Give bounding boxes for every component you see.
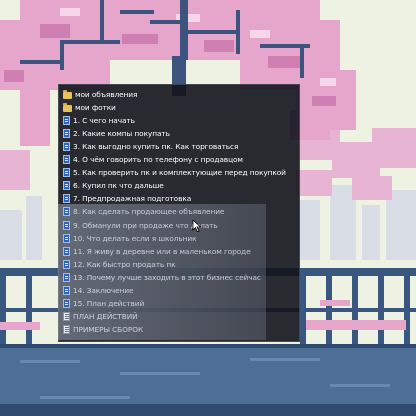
file-item[interactable]: 10. Что делать если я школьник (63, 232, 263, 245)
file-item-label: 3. Как выгодно купить пк. Как торговатьс… (73, 142, 239, 152)
word-doc-icon (63, 259, 70, 269)
word-doc-icon (63, 142, 70, 152)
file-item-label: 6. Купил пк что дальше (73, 181, 164, 191)
word-doc-icon (63, 233, 70, 243)
file-item[interactable]: 12. Как быстро продать пк (63, 258, 263, 271)
word-doc-icon (63, 285, 70, 295)
file-item[interactable]: 5. Как проверить пк и комплектующие пере… (63, 166, 295, 179)
file-item[interactable]: 1. С чего начать (63, 114, 295, 127)
file-item[interactable]: ПЛАН ДЕЙСТВИЙ (63, 310, 263, 323)
file-item-label: мои объявления (75, 90, 138, 99)
word-doc-icon (63, 298, 70, 308)
word-doc-icon (63, 272, 70, 282)
file-item[interactable]: 14. Заключение (63, 284, 263, 297)
file-item-label: 8. Как сделать продающее объявление (73, 207, 225, 217)
folder-item[interactable]: мои объявления (63, 88, 295, 101)
file-item[interactable]: ПРИМЕРЫ СБОРОК (63, 323, 263, 336)
file-item-label: 4. О чём говорить по телефону с продавцо… (73, 155, 243, 165)
file-item-label: ПЛАН ДЕЙСТВИЙ (73, 311, 138, 321)
file-item-label: 15. План действий (73, 298, 145, 308)
file-item-label: 11. Я живу в деревне или в маленьком гор… (73, 246, 251, 256)
word-doc-icon (63, 220, 70, 230)
folder-item[interactable]: мои фотки (63, 101, 295, 114)
folder-icon (63, 89, 72, 99)
word-doc-icon (63, 246, 70, 256)
word-doc-icon (63, 155, 70, 165)
file-item[interactable]: 2. Какие компы покупать (63, 127, 295, 140)
file-item-label: мои фотки (75, 103, 116, 113)
word-doc-icon (63, 168, 70, 178)
mouse-cursor-icon (192, 220, 202, 232)
file-item[interactable]: 9. Обманули при продаже что делать (63, 219, 263, 232)
word-doc-icon (63, 181, 70, 191)
file-item-label: 1. С чего начать (73, 116, 135, 126)
file-item-label: 14. Заключение (73, 285, 134, 295)
file-item-label: ПРИМЕРЫ СБОРОК (73, 324, 144, 334)
word-doc-icon (63, 207, 70, 217)
word-doc-icon (63, 194, 70, 204)
word-doc-icon (63, 129, 70, 139)
folder-icon (63, 102, 72, 112)
file-item-label: 2. Какие компы покупать (73, 129, 170, 139)
file-item[interactable]: 3. Как выгодно купить пк. Как торговатьс… (63, 140, 295, 153)
file-item[interactable]: 4. О чём говорить по телефону с продавцо… (63, 153, 295, 166)
file-item-label: 13. Почему лучше заходить в этот бизнес … (73, 272, 261, 282)
file-item-label: 10. Что делать если я школьник (73, 233, 197, 243)
word-doc-icon (63, 116, 70, 126)
document-icon (63, 324, 70, 334)
file-item-label: 12. Как быстро продать пк (73, 259, 176, 269)
file-item[interactable]: 11. Я живу в деревне или в маленьком гор… (63, 245, 263, 258)
file-item[interactable]: 13. Почему лучше заходить в этот бизнес … (63, 271, 263, 284)
file-item-label: 5. Как проверить пк и комплектующие пере… (73, 168, 286, 178)
document-icon (63, 311, 70, 321)
file-item[interactable]: 8. Как сделать продающее объявление (63, 205, 263, 218)
file-item[interactable]: 7. Предпродажная подготовка (63, 192, 295, 205)
file-item-label: 7. Предпродажная подготовка (73, 194, 192, 204)
file-item[interactable]: 6. Купил пк что дальше (63, 179, 295, 192)
file-item[interactable]: 15. План действий (63, 297, 263, 310)
